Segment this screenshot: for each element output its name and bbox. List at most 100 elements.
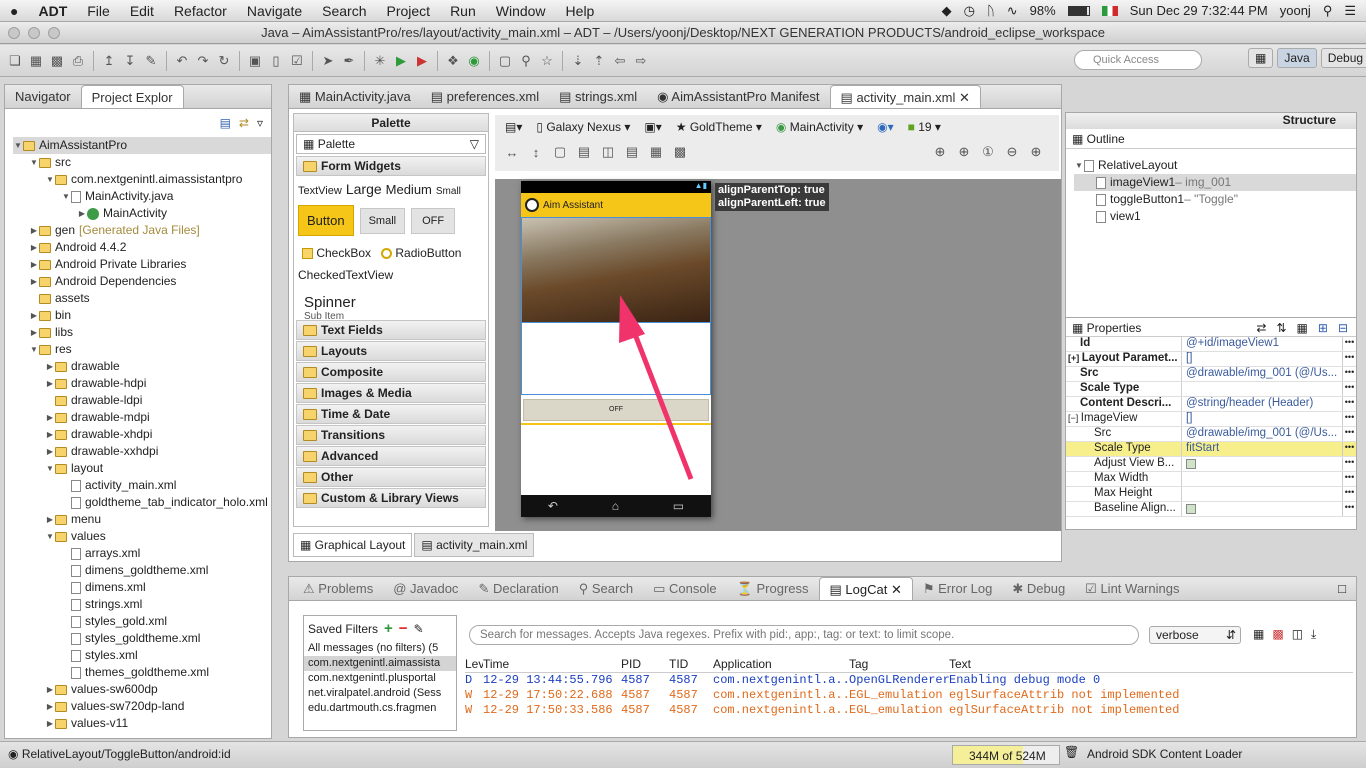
property-edit-button[interactable]: •••	[1342, 412, 1356, 426]
tree-toggle-icon[interactable]: ▶	[45, 426, 55, 443]
widget-small[interactable]: Small	[436, 186, 461, 197]
tree-item[interactable]: dimens.xml	[13, 579, 271, 596]
tree-item[interactable]: styles_gold.xml	[13, 613, 271, 630]
zoom-in-icon[interactable]: ⊕	[1027, 143, 1045, 161]
new-class-icon[interactable]: ◉	[465, 52, 483, 70]
property-value[interactable]	[1182, 502, 1342, 516]
tree-item[interactable]: ▶ drawable-hdpi	[13, 375, 271, 392]
property-value[interactable]: @drawable/img_001 (@/Us...	[1182, 427, 1342, 441]
property-value[interactable]: @string/header (Header)	[1182, 397, 1342, 411]
android-sdk-icon[interactable]: ▣	[246, 52, 264, 70]
property-value[interactable]	[1182, 472, 1342, 486]
tree-item[interactable]: ▶ libs	[13, 324, 271, 341]
bluetooth-icon[interactable]: ᚢ	[987, 3, 995, 18]
maximize-icon[interactable]: □	[1328, 581, 1356, 600]
tree-toggle-icon[interactable]: ▶	[29, 222, 39, 239]
fill-width-icon[interactable]: ↔	[503, 143, 521, 161]
log-row[interactable]: W 12-29 17:50:33.586 4587 4587 com.nextgenin…	[465, 703, 1353, 718]
palette-category[interactable]: Transitions	[296, 425, 486, 445]
tree-item[interactable]: ▶ drawable	[13, 358, 271, 375]
perspective-debug[interactable]: Debug	[1320, 48, 1366, 68]
zoom-real-icon[interactable]: ⊕	[955, 143, 973, 161]
redo-icon[interactable]: ↷	[194, 52, 212, 70]
sort-icon[interactable]: ⇅	[1276, 318, 1286, 336]
tree-item[interactable]: ▼ AimAssistantPro	[13, 137, 271, 154]
outline-node[interactable]: imageView1 – img_001	[1074, 174, 1356, 191]
widget-button[interactable]: Button	[298, 205, 354, 236]
layout-v-icon[interactable]: ▤	[623, 143, 641, 161]
log-row[interactable]: D 12-29 13:44:55.796 4587 4587 com.nextgenin…	[465, 673, 1353, 688]
print-icon[interactable]: ⎙	[69, 52, 87, 70]
palette-category-form-widgets[interactable]: Form Widgets	[296, 156, 486, 176]
tree-toggle-icon[interactable]: ▶	[29, 307, 39, 324]
spotlight-icon[interactable]: ⚲	[1323, 3, 1333, 19]
tree-item[interactable]: ▼ src	[13, 154, 271, 171]
property-value[interactable]: []	[1182, 412, 1342, 426]
tab-console[interactable]: ▭ Console	[643, 577, 727, 600]
undo-icon[interactable]: ↶	[173, 52, 191, 70]
collapse-all-props-icon[interactable]: ⊟	[1338, 318, 1348, 336]
property-edit-button[interactable]: •••	[1342, 397, 1356, 411]
tab-graphical-layout[interactable]: ▦ Graphical Layout	[293, 533, 413, 557]
clear-log-icon[interactable]: ▩	[1272, 627, 1283, 642]
tree-item[interactable]: drawable-ldpi	[13, 392, 271, 409]
api-dropdown[interactable]: ■ 19 ▾	[908, 120, 941, 134]
tab-declaration[interactable]: ✎ Declaration	[468, 577, 568, 600]
menu-app-name[interactable]: ADT	[28, 3, 77, 19]
property-row[interactable]: Scale Type •••	[1066, 382, 1356, 397]
zoom-window-button[interactable]	[48, 27, 60, 39]
tree-toggle-icon[interactable]: ▶	[45, 511, 55, 528]
tab-search[interactable]: ⚲ Search	[569, 577, 643, 600]
property-value[interactable]	[1182, 457, 1342, 471]
tree-item[interactable]: ▶ Android 4.4.2	[13, 239, 271, 256]
layout-canvas[interactable]: ▲▮ Aim Assistant OFF ↶ ⌂ ▭ alignParentTo…	[495, 179, 1061, 531]
tree-item[interactable]: activity_main.xml	[13, 477, 271, 494]
tree-toggle-icon[interactable]: ▼	[45, 460, 55, 477]
add-filter-icon[interactable]: +	[384, 620, 393, 637]
tree-toggle-icon[interactable]: ▼	[13, 137, 23, 154]
wifi-icon[interactable]: ∿	[1007, 3, 1018, 19]
link-editor-icon[interactable]: ⇄	[239, 116, 249, 130]
property-edit-button[interactable]: •••	[1342, 502, 1356, 516]
palette-category[interactable]: Custom & Library Views	[296, 488, 486, 508]
property-row[interactable]: Id @+id/imageView1 •••	[1066, 337, 1356, 352]
widget-radio[interactable]: RadioButton	[381, 246, 461, 260]
tree-toggle-icon[interactable]: ▼	[45, 171, 55, 188]
timemachine-icon[interactable]: ◷	[964, 3, 975, 19]
tree-item[interactable]: arrays.xml	[13, 545, 271, 562]
user-name[interactable]: yoonj	[1280, 3, 1311, 18]
tree-item[interactable]: ▶ MainActivity	[13, 205, 271, 222]
tab-error-log[interactable]: ⚑ Error Log	[913, 577, 1002, 600]
tab-javadoc[interactable]: @ Javadoc	[383, 577, 468, 600]
forward-icon[interactable]: ⇨	[632, 52, 650, 70]
quick-access-input[interactable]: Quick Access	[1074, 50, 1202, 70]
link-icon[interactable]: ↻	[215, 52, 233, 70]
property-edit-button[interactable]: •••	[1342, 487, 1356, 501]
pin-icon[interactable]: ➤	[319, 52, 337, 70]
tree-item[interactable]: dimens_goldtheme.xml	[13, 562, 271, 579]
widget-spinner[interactable]: Spinner Sub Item	[294, 284, 488, 322]
tab-strings-xml[interactable]: ▤ strings.xml	[549, 85, 647, 108]
property-row[interactable]: [−] ImageView [] •••	[1066, 412, 1356, 427]
outline-node[interactable]: ▼ RelativeLayout	[1074, 157, 1356, 174]
tree-item[interactable]: ▶ drawable-xxhdpi	[13, 443, 271, 460]
widget-large[interactable]: Large	[346, 181, 382, 197]
filter-item[interactable]: com.nextgenintl.aimassista	[304, 656, 456, 671]
defaults-icon[interactable]: ▦	[1297, 318, 1308, 336]
expand-icon[interactable]: [+]	[1068, 353, 1082, 363]
tree-item[interactable]: styles.xml	[13, 647, 271, 664]
edit-icon[interactable]: ✎	[142, 52, 160, 70]
tab-mainactivity-java[interactable]: ▦ MainActivity.java	[289, 85, 421, 108]
checklist-icon[interactable]: ☑	[288, 52, 306, 70]
tree-toggle-icon[interactable]: ▼	[29, 341, 39, 358]
property-row[interactable]: Scale Type fitStart •••	[1066, 442, 1356, 457]
new-icon[interactable]: ❏	[6, 52, 24, 70]
checkbox-icon[interactable]	[1186, 459, 1196, 469]
widget-textview[interactable]: TextView	[298, 185, 342, 197]
tab-xml-source[interactable]: ▤ activity_main.xml	[414, 533, 535, 557]
widget-checkedtextview[interactable]: CheckedTextView	[294, 266, 488, 284]
notification-icon[interactable]: ☰	[1344, 3, 1356, 19]
config-chooser-icon[interactable]: ▤▾	[505, 120, 522, 134]
property-row[interactable]: Src @drawable/img_001 (@/Us... •••	[1066, 367, 1356, 382]
tree-item[interactable]: assets	[13, 290, 271, 307]
